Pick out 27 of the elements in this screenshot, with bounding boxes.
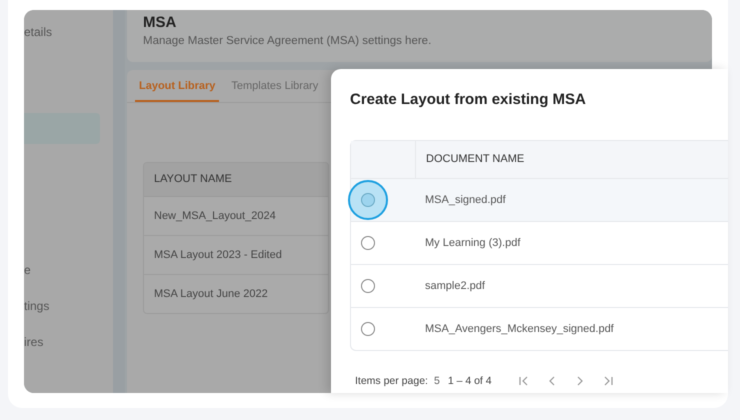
column-header: LAYOUT NAME [144,163,328,197]
column-header: DOCUMENT NAME [425,152,524,167]
radio-button[interactable] [348,180,388,220]
first-page-icon[interactable] [518,375,530,387]
radio-button[interactable] [361,322,375,336]
last-page-icon[interactable] [602,375,614,387]
page-title: MSA [143,14,178,31]
table-cell: MSA Layout 2023 - Edited [144,236,328,275]
table-cell-text: MSA Layout June 2022 [153,287,269,302]
table-cell-text: MSA_signed.pdf [424,194,506,206]
sidebar-item[interactable]: tings [24,296,113,316]
table-cell-text: MSA_Avengers_Mckensey_signed.pdf [424,323,614,335]
radio-button[interactable] [361,279,375,293]
sidebar-item[interactable]: e [24,260,113,280]
tab[interactable]: Layout Library [135,80,220,102]
sidebar-item[interactable]: etails [24,22,113,42]
items-per-page-label: Items per page: [355,375,428,387]
page-subtitle: Manage Master Service Agreement (MSA) settings here. [143,35,432,47]
table-cell-text: sample2.pdf [424,280,485,292]
tab[interactable]: Templates Library [227,80,322,102]
table-cell: New_MSA_Layout_2024 [144,197,328,236]
sidebar-item[interactable]: ires [24,332,113,352]
table-cell-text: My Learning (3).pdf [424,237,520,249]
page-range: 1 – 4 of 4 [448,375,492,387]
dialog-title: Create Layout from existing MSA [350,91,587,108]
radio-button[interactable] [361,236,375,250]
items-per-page-select[interactable]: 5 [434,375,440,387]
